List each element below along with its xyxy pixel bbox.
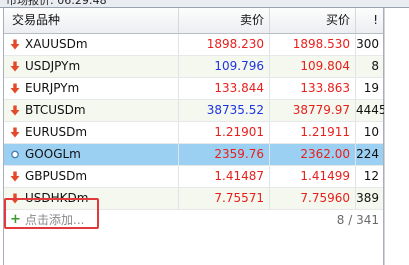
- table-row[interactable]: BTCUSDm 38735.52 38779.97 4445: [4, 100, 387, 122]
- ask-cell: 1898.530: [270, 34, 356, 55]
- symbol-cell: BTCUSDm: [4, 100, 179, 121]
- spread-cell: 8: [371, 59, 379, 73]
- symbol-cell: GBPUSDm: [4, 166, 179, 187]
- bid-cell: 2359.76: [179, 144, 270, 165]
- spread-cell: 4445: [356, 103, 387, 117]
- table-row[interactable]: XAUUSDm 1898.230 1898.530 300: [4, 34, 383, 56]
- plus-icon: +: [10, 212, 21, 227]
- symbol-cell: XAUUSDm: [4, 34, 179, 55]
- ask-cell: 133.863: [270, 78, 356, 99]
- header-ask[interactable]: 买价: [270, 8, 356, 33]
- ask-cell: 1.21911: [270, 122, 356, 143]
- bid-cell: 1.41487: [179, 166, 270, 187]
- add-symbol-row[interactable]: + 点击添加... 8 / 341: [4, 209, 383, 231]
- bid-cell: 38735.52: [179, 100, 270, 121]
- ask-cell: 2362.00: [270, 144, 356, 165]
- table-row[interactable]: EURJPYm 133.844 133.863 19: [4, 78, 383, 100]
- symbol-cell: USDJPYm: [4, 56, 179, 77]
- symbol-count: 8 / 341: [336, 213, 379, 227]
- bid-cell: 109.796: [179, 56, 270, 77]
- symbol-cell: EURUSDm: [4, 122, 179, 143]
- table-row[interactable]: USDHKDm 7.75571 7.75960 389: [4, 188, 383, 210]
- symbol-cell: EURJPYm: [4, 78, 179, 99]
- bid-cell: 7.75571: [179, 188, 270, 209]
- bid-cell: 133.844: [179, 78, 270, 99]
- right-panel-edge: [384, 8, 409, 265]
- window-title: 市场报价: 06:29:48: [6, 0, 107, 7]
- window-titlebar: 市场报价: 06:29:48: [0, 0, 409, 8]
- table-row[interactable]: EURUSDm 1.21901 1.21911 10: [4, 122, 383, 144]
- table-row[interactable]: GBPUSDm 1.41487 1.41499 12: [4, 166, 383, 188]
- spread-cell: 19: [363, 81, 379, 95]
- table-row[interactable]: GOOGLm 2359.76 2362.00 224: [4, 144, 383, 166]
- bid-cell: 1898.230: [179, 34, 270, 55]
- table-header: 交易品种 卖价 买价 !: [4, 8, 383, 34]
- ask-cell: 1.41499: [270, 166, 356, 187]
- ask-cell: 7.75960: [270, 188, 356, 209]
- header-bid[interactable]: 卖价: [179, 8, 270, 33]
- spread-cell: 300: [356, 37, 379, 51]
- symbol-cell: USDHKDm: [4, 188, 179, 209]
- add-symbol-label[interactable]: 点击添加...: [25, 209, 84, 231]
- ask-cell: 109.804: [270, 56, 356, 77]
- symbol-cell: GOOGLm: [4, 144, 179, 165]
- spread-cell: 389: [356, 191, 379, 205]
- market-watch-panel: 交易品种 卖价 买价 ! XAUUSDm 1898.230 1898.530 300 U…: [3, 8, 387, 265]
- table-row[interactable]: USDJPYm 109.796 109.804 8: [4, 56, 383, 78]
- spread-cell: 224: [356, 147, 379, 161]
- header-spread[interactable]: !: [356, 8, 383, 33]
- spread-cell: 12: [363, 169, 379, 183]
- ask-cell: 38779.97: [270, 100, 356, 121]
- header-symbol[interactable]: 交易品种: [4, 8, 179, 33]
- bid-cell: 1.21901: [179, 122, 270, 143]
- spread-cell: 10: [363, 125, 379, 139]
